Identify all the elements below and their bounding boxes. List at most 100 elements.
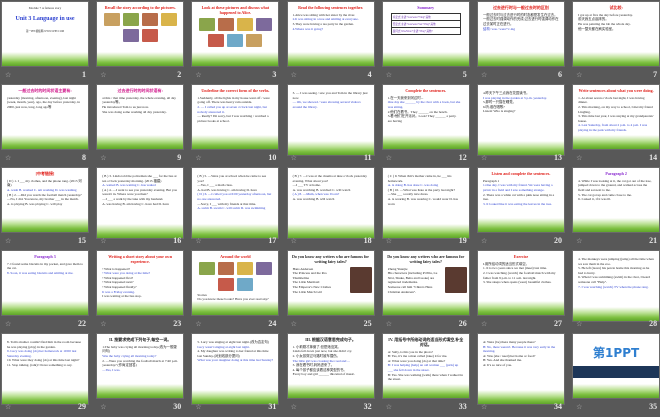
slide-text-line: A: It's so nice of you.	[482, 362, 512, 367]
slide-thumbnail[interactable]: 试比较: I got up at five the day before yest…	[573, 2, 660, 66]
slide-text-line: 7. I was watching (watch) TV when the ph…	[578, 284, 649, 289]
slide-thumbnail[interactable]: 5. Lucy was singing at eight last night.…	[192, 334, 279, 404]
slide-thumbnail[interactable]: Look at these pictures and discuss what …	[192, 2, 279, 66]
star-icon[interactable]: ☆	[481, 320, 487, 328]
slide-thumbnail[interactable]: Listen and complete the sentences. Paragr…	[477, 168, 564, 232]
slide-cell: 3. — I was seeing / saw you and Tom in t…	[287, 85, 374, 168]
slide-footer: ☆ 5	[383, 68, 469, 82]
star-icon[interactable]: ☆	[291, 154, 297, 162]
slide-thumbnail[interactable]: Around the world Stories Do you know these…	[192, 251, 279, 315]
star-icon[interactable]: ☆	[576, 71, 582, 79]
slide-text-line: ( D ) 1. I ___ my clothes, and the phone…	[7, 178, 82, 188]
slide-number: 13	[553, 153, 562, 162]
star-icon[interactable]: ☆	[576, 237, 582, 245]
star-icon[interactable]: ☆	[386, 320, 392, 328]
summary-row: 疑问式 Was/Were+主语+Ving+其他?	[390, 26, 461, 35]
slide-footer: ☆ 13	[478, 151, 564, 165]
slide-cell: ( B ) 3. Linda told the policeman she __…	[97, 168, 184, 251]
slide-thumbnail[interactable]: Write sentences about what you were doin…	[573, 85, 660, 149]
picture-thumbnail	[227, 33, 244, 47]
slide-thumbnail[interactable]: 一般过去时的时间状语主要有: yesterday (morning, aftern…	[2, 85, 88, 149]
star-icon[interactable]: ☆	[5, 320, 11, 328]
star-icon[interactable]: ☆	[100, 71, 106, 79]
slide-thumbnail[interactable]: Do you know any writers who are famous f…	[382, 251, 469, 315]
slide-footer: ☆ 7	[573, 68, 659, 82]
slide-text-line: His characters (including Pi Pilu, Lu Xi…	[387, 271, 438, 285]
slide-thumbnail[interactable]: II. 按要求完成下列句子,每空一词。 1.The baby was crying…	[97, 334, 184, 398]
star-icon[interactable]: ☆	[291, 71, 297, 79]
star-icon[interactable]: ☆	[481, 154, 487, 162]
star-icon[interactable]: ☆	[195, 71, 201, 79]
star-icon[interactable]: ☆	[481, 403, 487, 411]
slide-text-line: 3. It looked like it was eating the leav…	[482, 201, 552, 206]
star-icon[interactable]: ☆	[291, 237, 297, 245]
slide-title: Exercise	[513, 254, 529, 259]
slide-thumbnail[interactable]: Read the following sentences together. 1.…	[287, 2, 374, 66]
star-icon[interactable]: ☆	[5, 237, 11, 245]
slide-thumbnail[interactable]: ( B ) 3. Linda told the policeman she __…	[97, 168, 184, 238]
star-icon[interactable]: ☆	[5, 403, 11, 411]
slide-thumbnail[interactable]: [中考链接] ( D ) 1. I ___ my clothes, and the…	[2, 168, 88, 232]
slide-text-line: A. is wearing B. was wearing C. would we…	[387, 196, 458, 206]
slide-text-line: 2. — I called you up at seven o'clock la…	[197, 104, 268, 114]
star-icon[interactable]: ☆	[100, 237, 106, 245]
slide-thumbnail[interactable]: IV. 用括号中所给动词的适当形式填空,补全对话。 A: Sally, is th…	[382, 334, 469, 398]
slide-thumbnail[interactable]: ( B ) 5. —Were you at school when he cam…	[192, 168, 279, 238]
slide-text-line: She was doing some washing all day yeste…	[102, 109, 167, 114]
slide-thumbnail[interactable]: A: Were (be) there many people there? B: …	[477, 334, 564, 404]
star-icon[interactable]: ☆	[195, 403, 201, 411]
star-icon[interactable]: ☆	[5, 154, 11, 162]
slide-text-line: 2. I was watching (watch) the football m…	[482, 270, 556, 280]
star-icon[interactable]: ☆	[195, 154, 201, 162]
slide-thumbnail[interactable]: Summary 肯定式 主语+was/were+Ving+其他 否定式 主语+was…	[382, 2, 469, 66]
picture-thumbnail	[208, 33, 225, 47]
slide-thumbnail[interactable]: 过去进行时的时间状语有: at this / that time yesterda…	[97, 85, 184, 149]
slide-number: 18	[363, 236, 372, 245]
slide-cell: 过去进行时与一般过去时的区别 一般过去时与过去进行时的时态都是发生在过去。一般过去…	[477, 2, 564, 85]
slide-cell: IV. 用括号中所给动词的适当形式填空,补全对话。 A: Sally, is th…	[382, 334, 469, 417]
star-icon[interactable]: ☆	[386, 237, 392, 245]
slide-thumbnail[interactable]: 4.昨天下午三点我在花园读书。 I was playing in the gard…	[477, 85, 564, 155]
slide-thumbnail[interactable]: Module 7 A famous story Unit 3 Language i…	[2, 2, 88, 66]
slide-text-line: One day she ______ by the river with a b…	[387, 100, 461, 109]
slide-thumbnail[interactable]: Paragraph 3 7. I found some biscuits in m…	[2, 251, 88, 315]
star-icon[interactable]: ☆	[100, 403, 106, 411]
grass-decoration	[97, 384, 184, 398]
star-icon[interactable]: ☆	[386, 403, 392, 411]
slide-thumbnail[interactable]: Paragraph 2 4. While I was looking at it,…	[573, 168, 660, 232]
slide-thumbnail[interactable]: III. 根据汉语意思完成句子。 1. 小莉刚才摔倒了,但是她没哭。 Linda f…	[287, 334, 374, 398]
star-icon[interactable]: ☆	[481, 237, 487, 245]
slide-text-line: 6. When I was swimming (swim) in the riv…	[578, 275, 651, 284]
slide-thumbnail[interactable]: 第1PPT	[573, 334, 660, 398]
slide-text-line: Someone call him "China's Hans Christian…	[387, 284, 433, 294]
slide-thumbnail[interactable]: Exercise I.用所给动词的适当形式填空。 1. It is two year…	[477, 251, 564, 315]
star-icon[interactable]: ☆	[195, 237, 201, 245]
slide-text-line: A. is playing B. was playing C. will pla…	[7, 201, 63, 206]
star-icon[interactable]: ☆	[291, 403, 297, 411]
star-icon[interactable]: ☆	[576, 154, 582, 162]
slide-thumbnail[interactable]: ( B ) 7. —I was at the cinema at nine o'…	[287, 168, 374, 238]
slide-thumbnail[interactable]: Do you know any writers who are famous f…	[287, 251, 374, 315]
star-icon[interactable]: ☆	[195, 320, 201, 328]
star-icon[interactable]: ☆	[386, 154, 392, 162]
star-icon[interactable]: ☆	[386, 71, 392, 79]
slide-thumbnail[interactable]: 3. — I was seeing / saw you and Tom in t…	[287, 85, 374, 155]
slide-thumbnail[interactable]: ( C ) 9. When Jim's mother came in, he _…	[382, 168, 469, 238]
grass-decoration	[477, 218, 564, 232]
slide-thumbnail[interactable]: Underline the correct form of the verbs.…	[192, 85, 279, 149]
slide-thumbnail[interactable]: Writing a short story about your own exp…	[97, 251, 184, 315]
slide-thumbnail[interactable]: 8. Tom's mother couldn't find him in the…	[2, 334, 88, 404]
star-icon[interactable]: ☆	[100, 320, 106, 328]
slide-thumbnail[interactable]: Recall the story according to the pictur…	[97, 2, 184, 66]
slide-thumbnail[interactable]: 4. The monkeys were jumping (jump) all t…	[573, 251, 660, 321]
star-icon[interactable]: ☆	[291, 320, 297, 328]
slide-text-line: 4. Last Saturday, from about 2 p.m. to 4…	[578, 123, 648, 132]
slide-thumbnail[interactable]: 过去进行时与一般过去时的区别 一般过去时与过去进行时的时态都是发生在过去。一般过去…	[477, 2, 564, 66]
star-icon[interactable]: ☆	[576, 320, 582, 328]
star-icon[interactable]: ☆	[481, 71, 487, 79]
slide-footer: ☆ 12	[383, 151, 469, 165]
star-icon[interactable]: ☆	[100, 154, 106, 162]
star-icon[interactable]: ☆	[5, 71, 11, 79]
slide-thumbnail[interactable]: Complete the sentences. 1.在一天我来到河边时... One…	[382, 85, 469, 149]
star-icon[interactable]: ☆	[576, 403, 582, 411]
